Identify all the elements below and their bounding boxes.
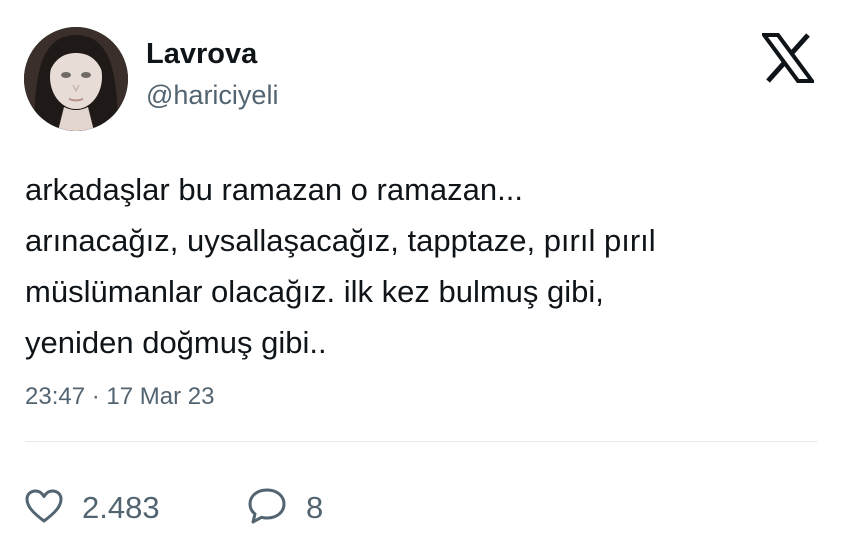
reply-button[interactable]: 8: [246, 488, 323, 528]
display-name[interactable]: Lavrova: [146, 38, 257, 71]
like-count: 2.483: [82, 490, 160, 525]
speech-bubble-icon: [246, 486, 288, 531]
divider: [25, 441, 818, 442]
reply-count: 8: [306, 490, 324, 525]
tweet-timestamp[interactable]: 23:47 · 17 Mar 23: [25, 383, 214, 411]
heart-icon: [24, 488, 64, 529]
tweet-line: arkadaşlar bu ramazan o ramazan...: [25, 172, 523, 207]
avatar[interactable]: [24, 27, 128, 131]
tweet-text: arkadaşlar bu ramazan o ramazan... arına…: [25, 164, 815, 368]
tweet-line: arınacağız, uysallaşacağız, tapptaze, pı…: [25, 223, 656, 258]
like-button[interactable]: 2.483: [24, 488, 160, 528]
tweet-card: Lavrova @hariciyeli arkadaşlar bu ramaza…: [0, 0, 842, 556]
tweet-line: yeniden doğmuş gibi..: [25, 325, 327, 360]
x-logo-icon[interactable]: [760, 33, 816, 83]
tweet-line: müslümanlar olacağız. ilk kez bulmuş gib…: [25, 274, 604, 309]
user-handle[interactable]: @hariciyeli: [146, 80, 278, 111]
